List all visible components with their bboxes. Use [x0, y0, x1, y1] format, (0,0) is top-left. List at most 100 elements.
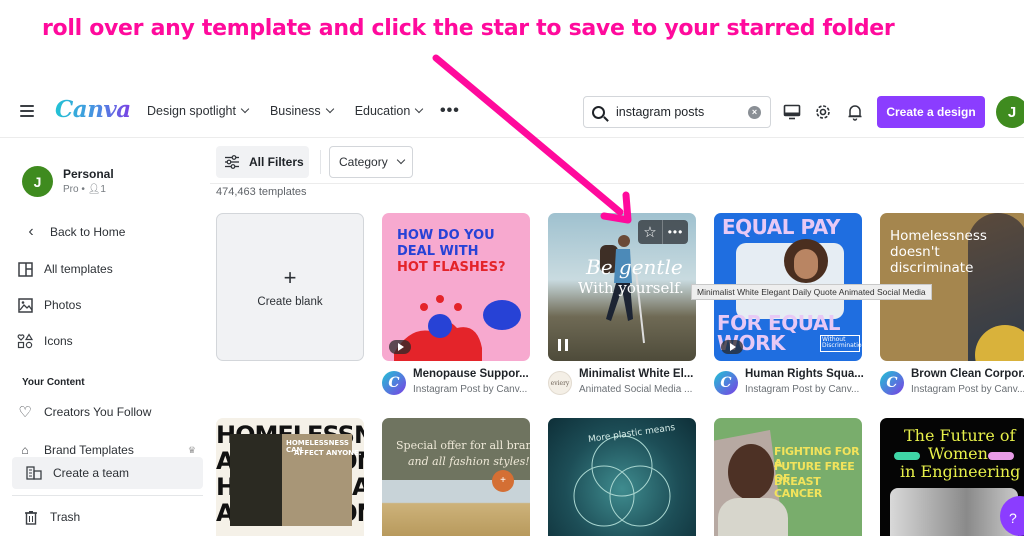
nav-business[interactable]: Business — [269, 104, 334, 118]
sidebar-item-label: Photos — [44, 298, 82, 312]
template-card-hovered[interactable]: Be gentle With yourself. ☆ ••• — [548, 213, 696, 361]
thumb-text: and all fashion styles! — [408, 455, 530, 468]
plus-icon: + — [283, 264, 297, 290]
nav-label: Education — [354, 104, 411, 118]
thumb-badge: + — [492, 470, 514, 492]
thumb-photo-dark — [230, 434, 290, 526]
thumb-text: HOW DO YOU — [397, 228, 495, 243]
account-name[interactable]: Personal — [63, 167, 114, 181]
thumb-text: The Future of — [904, 426, 1016, 445]
creator-avatar[interactable]: eviery — [548, 371, 572, 395]
search-box: × — [583, 96, 771, 128]
brand-icon: ⌂ — [21, 443, 29, 457]
templates-icon — [16, 260, 34, 278]
crown-icon: ♛ — [187, 445, 196, 455]
thumb-shape — [988, 452, 1014, 460]
canva-logo[interactable]: Canva — [55, 96, 131, 123]
nav-label: Design spotlight — [147, 104, 236, 118]
template-subtitle: Animated Social Media ... — [579, 384, 693, 395]
clear-search-icon[interactable]: × — [748, 106, 761, 119]
filters-divider — [210, 183, 1024, 184]
sidebar-item-all-templates[interactable]: All templates — [16, 255, 204, 283]
bell-icon[interactable] — [845, 102, 865, 122]
hamburger-icon[interactable] — [20, 105, 34, 117]
sidebar-item-label: Icons — [44, 334, 73, 348]
top-bar: Canva Design spotlight Business Educatio… — [0, 88, 1024, 138]
search-icon — [592, 105, 605, 119]
creator-avatar[interactable]: C — [880, 371, 904, 395]
sidebar-item-icons[interactable]: Icons — [16, 327, 204, 355]
template-card[interactable]: Special offer for all brands and all fas… — [382, 418, 530, 536]
sidebar: J Personal Pro • 👤︎1 ‹ Back to Home All … — [0, 139, 210, 536]
play-icon[interactable] — [389, 340, 411, 354]
annotation-text: roll over any template and click the sta… — [42, 16, 895, 41]
create-team-label: Create a team — [53, 466, 130, 480]
creator-avatar[interactable]: C — [714, 371, 738, 395]
chevron-down-icon — [415, 104, 424, 114]
nav-design-spotlight[interactable]: Design spotlight — [147, 104, 250, 118]
nav-label: Business — [269, 104, 321, 118]
thumb-text: EQUAL PAY — [722, 215, 840, 239]
create-blank-card[interactable]: + Create blank — [216, 213, 364, 361]
sidebar-item-brand-templates[interactable]: ⌂ Brand Templates ♛ — [16, 443, 204, 457]
back-to-home-link[interactable]: ‹ Back to Home — [22, 218, 210, 246]
template-title[interactable]: Menopause Suppor... — [413, 368, 529, 380]
template-title[interactable]: Brown Clean Corpor... — [911, 368, 1024, 380]
heart-icon: ♡ — [18, 404, 32, 421]
chevron-down-icon — [240, 104, 250, 114]
sidebar-item-label: Creators You Follow — [44, 405, 152, 419]
gear-icon[interactable] — [813, 102, 833, 122]
more-nav-button[interactable]: ••• — [440, 102, 460, 120]
thumb-text: Be gentle — [586, 255, 683, 279]
all-filters-label: All Filters — [249, 155, 304, 169]
template-card[interactable]: More plastic means — [548, 418, 696, 536]
members-icon: 👤︎ — [87, 184, 101, 195]
template-meta: C Brown Clean Corpor... Instagram Post b… — [880, 368, 1024, 402]
sidebar-item-trash[interactable]: Trash — [22, 503, 210, 531]
back-label: Back to Home — [50, 225, 126, 239]
template-subtitle: Instagram Post by Canv... — [745, 384, 860, 395]
thumb-text: discriminate — [890, 260, 974, 276]
desktop-icon[interactable] — [782, 102, 802, 122]
shapes-icon — [16, 332, 34, 350]
template-card[interactable]: HOW DO YOU DEAL WITH HOT FLASHES? — [382, 213, 530, 361]
template-card[interactable]: FIGHTING FOR A FUTURE FREE OF BREAST CAN… — [714, 418, 862, 536]
thumb-text: AFFECT ANYONE. — [294, 449, 362, 457]
nav-education[interactable]: Education — [354, 104, 424, 118]
category-label: Category — [339, 155, 388, 169]
more-icon[interactable]: ••• — [663, 220, 688, 244]
creator-avatar[interactable]: C — [382, 371, 406, 395]
user-avatar[interactable]: J — [996, 96, 1024, 128]
hover-actions: ☆ ••• — [638, 220, 688, 244]
trash-icon — [22, 508, 40, 526]
sidebar-item-label: All templates — [44, 262, 113, 276]
template-title[interactable]: Human Rights Squa... — [745, 368, 864, 380]
create-team-button[interactable]: Create a team — [12, 457, 203, 489]
all-filters-button[interactable]: All Filters — [216, 146, 309, 178]
thumb-face — [794, 249, 818, 279]
sidebar-item-creators-you-follow[interactable]: ♡ Creators You Follow — [16, 398, 204, 426]
template-card[interactable]: HOMELESSNESS CAAF ONHO CAAF ON HOMELESSN… — [216, 418, 364, 536]
create-design-button[interactable]: Create a design — [877, 96, 985, 128]
photo-icon — [16, 296, 34, 314]
account-avatar[interactable]: J — [22, 166, 53, 197]
template-subtitle: Instagram Post by Canv... — [911, 384, 1024, 395]
chevron-left-icon: ‹ — [28, 223, 34, 240]
thumb-shape — [894, 452, 920, 460]
star-icon[interactable]: ☆ — [638, 220, 663, 244]
members-count: 1 — [100, 184, 106, 195]
sidebar-item-photos[interactable]: Photos — [16, 291, 204, 319]
template-meta: C Human Rights Squa... Instagram Post by… — [714, 368, 874, 402]
template-meta: eviery Minimalist White El... Animated S… — [548, 368, 708, 402]
template-title[interactable]: Minimalist White El... — [579, 368, 693, 380]
thumb-text: DEAL WITH — [397, 244, 479, 259]
template-count: 474,463 templates — [216, 186, 307, 198]
pause-icon[interactable] — [558, 339, 568, 351]
thumb-shirt — [718, 498, 788, 536]
search-input[interactable] — [616, 105, 746, 119]
trash-label: Trash — [50, 510, 81, 524]
sidebar-divider — [12, 495, 203, 496]
category-dropdown[interactable]: Category — [329, 146, 413, 178]
play-icon[interactable] — [721, 340, 743, 354]
thumb-text: HOT FLASHES? — [397, 260, 506, 275]
